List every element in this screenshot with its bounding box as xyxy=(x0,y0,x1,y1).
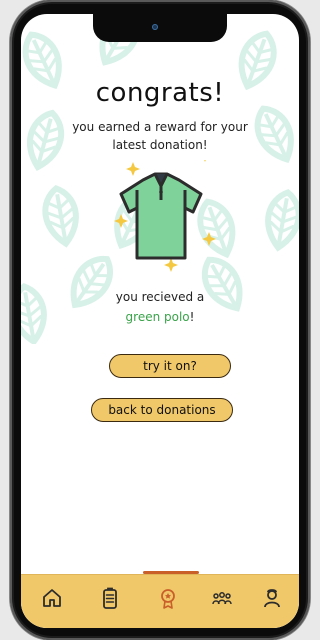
try-it-on-label: try it on? xyxy=(143,359,197,373)
reward-content: congrats! you earned a reward for your l… xyxy=(21,14,299,628)
prize-name: green polo xyxy=(125,310,190,324)
try-it-on-button[interactable]: try it on? xyxy=(109,354,231,378)
back-to-donations-label: back to donations xyxy=(108,403,216,417)
sparkle-icon xyxy=(204,160,206,162)
sparkle-icon xyxy=(114,214,128,228)
back-to-donations-button[interactable]: back to donations xyxy=(91,398,233,422)
prize-suffix: ! xyxy=(189,310,195,324)
received-label: you recieved a xyxy=(115,290,205,304)
front-camera xyxy=(152,24,158,30)
sparkle-icon xyxy=(126,162,140,176)
app-screen: congrats! you earned a reward for your l… xyxy=(21,14,299,628)
reward-subtitle: you earned a reward for your latest dona… xyxy=(72,120,248,152)
sparkle-icon xyxy=(164,258,178,272)
page-title: congrats! xyxy=(95,78,225,108)
prize-line: green polo! xyxy=(21,310,299,324)
phone-notch xyxy=(93,14,227,42)
polo-shirt-icon xyxy=(114,160,216,272)
sparkle-icon xyxy=(202,232,216,246)
